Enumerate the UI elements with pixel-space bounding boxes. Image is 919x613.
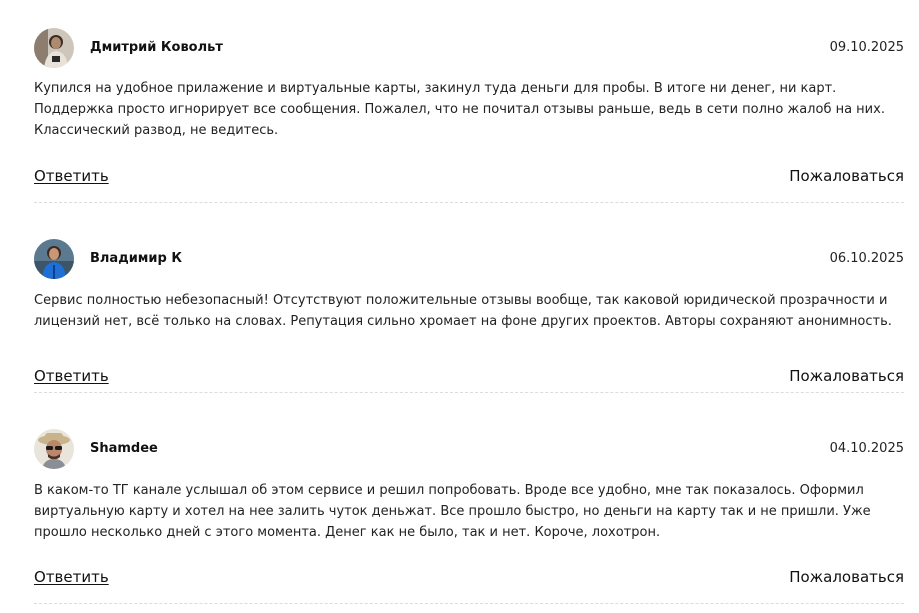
review-actions: Ответить Пожаловаться [34, 167, 904, 189]
avatar [34, 239, 74, 279]
review-item: Дмитрий Ковольт 09.10.2025 Купился на уд… [34, 0, 904, 203]
review-date: 06.10.2025 [829, 251, 904, 266]
user-photo-avatar-icon [34, 429, 74, 469]
review-date: 04.10.2025 [829, 441, 904, 456]
reviews-list: Дмитрий Ковольт 09.10.2025 Купился на уд… [0, 0, 919, 613]
report-link[interactable]: Пожаловаться [789, 167, 904, 185]
review-actions: Ответить Пожаловаться [34, 568, 904, 590]
review-date: 09.10.2025 [829, 40, 904, 55]
reply-link[interactable]: Ответить [34, 367, 109, 385]
review-author: Shamdee [90, 441, 158, 456]
review-author: Дмитрий Ковольт [90, 40, 223, 55]
report-link[interactable]: Пожаловаться [789, 367, 904, 385]
review-text: Сервис полностью небезопасный! Отсутству… [34, 293, 892, 329]
review-actions: Ответить Пожаловаться [34, 367, 904, 389]
review-item: Владимир К 06.10.2025 Сервис полностью н… [34, 202, 904, 393]
user-photo-avatar-icon [34, 28, 74, 68]
review-text: Купился на удобное прилажение и виртуаль… [34, 81, 885, 138]
avatar [34, 28, 74, 68]
review-text: В каком-то ТГ канале услышал об этом сер… [34, 483, 871, 540]
report-link[interactable]: Пожаловаться [789, 568, 904, 586]
avatar [34, 429, 74, 469]
reply-link[interactable]: Ответить [34, 568, 109, 586]
user-photo-avatar-icon [34, 239, 74, 279]
review-item: Shamdee 04.10.2025 В каком-то ТГ канале … [34, 392, 904, 604]
review-author: Владимир К [90, 251, 183, 266]
reply-link[interactable]: Ответить [34, 167, 109, 185]
